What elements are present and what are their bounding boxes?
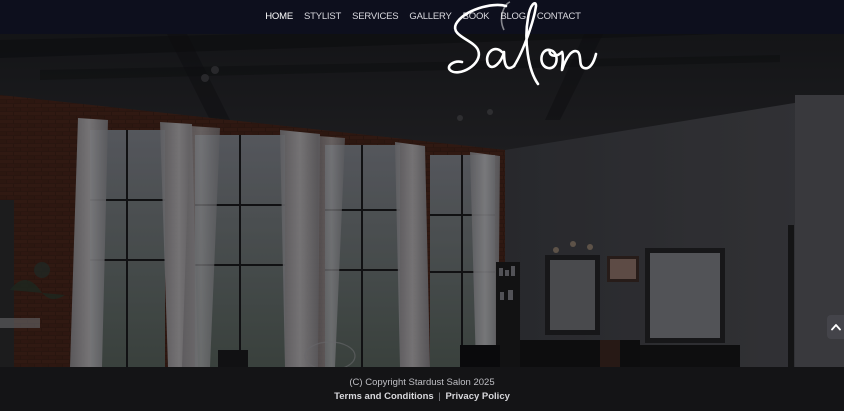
- nav-item-stylist[interactable]: STYLIST: [304, 0, 341, 34]
- page: HOME STYLIST SERVICES GALLERY BOOK BLOG …: [0, 0, 844, 411]
- site-footer: (C) Copyright Stardust Salon 2025 Terms …: [0, 367, 844, 411]
- top-navbar: HOME STYLIST SERVICES GALLERY BOOK BLOG …: [0, 0, 844, 34]
- salon-interior-photo: [0, 0, 844, 367]
- chevron-up-icon: [830, 324, 841, 331]
- main-navigation: HOME STYLIST SERVICES GALLERY BOOK BLOG …: [0, 0, 844, 34]
- footer-links: Terms and Conditions | Privacy Policy: [0, 391, 844, 402]
- back-to-top-button[interactable]: [827, 315, 844, 339]
- salon-logo[interactable]: [444, 0, 604, 95]
- copyright-text: (C) Copyright Stardust Salon 2025: [349, 377, 495, 388]
- nav-item-services[interactable]: SERVICES: [352, 0, 398, 34]
- terms-and-conditions-link[interactable]: Terms and Conditions: [334, 391, 434, 402]
- salon-script-logo-graphic: [447, 1, 598, 86]
- hero-background-image: [0, 0, 844, 367]
- nav-item-home[interactable]: HOME: [265, 0, 293, 34]
- privacy-policy-link[interactable]: Privacy Policy: [445, 391, 509, 402]
- footer-separator: |: [438, 391, 441, 402]
